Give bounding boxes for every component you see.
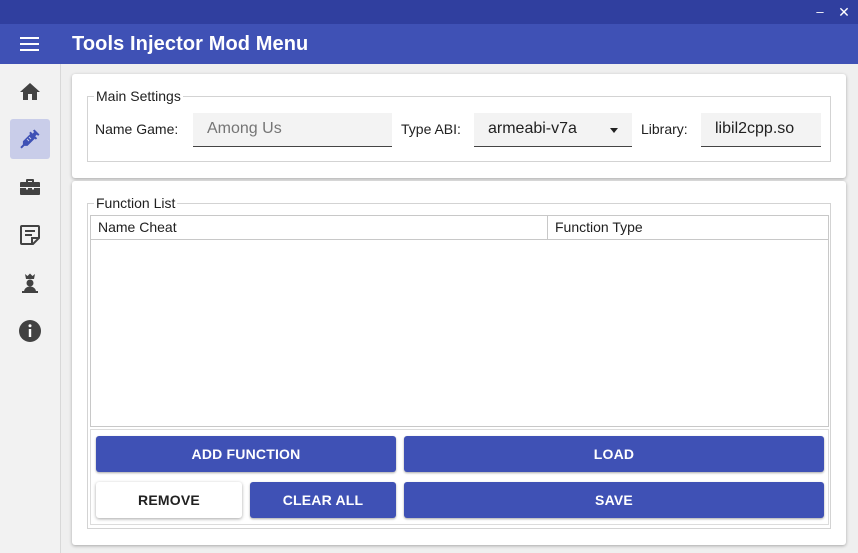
chess-king-icon <box>22 273 38 293</box>
sidebar-item-injector[interactable] <box>10 119 50 159</box>
syringe-icon <box>20 129 40 149</box>
sidebar-item-notes[interactable] <box>10 215 50 255</box>
home-icon <box>20 83 40 100</box>
name-game-input[interactable]: Among Us <box>193 113 392 147</box>
name-game-label: Name Game: <box>95 121 179 137</box>
type-abi-label: Type ABI: <box>401 121 461 137</box>
sidebar-nav <box>0 64 61 553</box>
hamburger-menu-icon[interactable] <box>20 37 39 51</box>
chevron-down-icon <box>610 128 618 133</box>
remove-button[interactable]: REMOVE <box>96 482 242 518</box>
column-header-function-type[interactable]: Function Type <box>548 216 828 239</box>
library-label: Library: <box>641 121 688 137</box>
main-settings-legend: Main Settings <box>94 88 183 104</box>
window-titlebar: – ✕ <box>0 0 858 24</box>
app-bar: Tools Injector Mod Menu <box>0 24 858 64</box>
toolbox-icon <box>20 179 40 195</box>
function-list-legend: Function List <box>94 195 178 211</box>
load-button[interactable]: LOAD <box>404 436 824 472</box>
clear-all-button[interactable]: CLEAR ALL <box>250 482 396 518</box>
function-table[interactable]: Name Cheat Function Type <box>90 215 829 427</box>
info-icon <box>19 320 41 342</box>
add-function-button[interactable]: ADD FUNCTION <box>96 436 396 472</box>
minimize-button[interactable]: – <box>810 3 830 21</box>
function-table-header: Name Cheat Function Type <box>91 216 828 240</box>
save-button[interactable]: SAVE <box>404 482 824 518</box>
library-input[interactable]: libil2cpp.so <box>701 113 821 147</box>
type-abi-select[interactable]: armeabi-v7a <box>474 113 632 147</box>
sidebar-item-toolbox[interactable] <box>10 167 50 207</box>
type-abi-value: armeabi-v7a <box>488 120 577 137</box>
notes-icon <box>20 225 40 245</box>
sidebar-item-info[interactable] <box>10 311 50 351</box>
column-header-name-cheat[interactable]: Name Cheat <box>91 216 548 239</box>
app-title: Tools Injector Mod Menu <box>72 33 309 55</box>
sidebar-item-king[interactable] <box>10 263 50 303</box>
sidebar-item-home[interactable] <box>10 72 50 112</box>
close-button[interactable]: ✕ <box>834 3 854 21</box>
